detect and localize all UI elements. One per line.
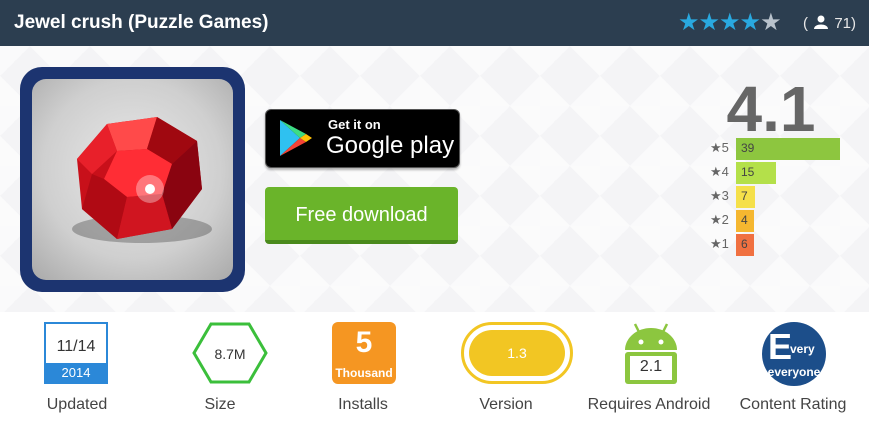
rating-bar-count: 15 — [741, 165, 755, 179]
rating-bar: 6 — [736, 234, 754, 256]
rating-bar-count: 7 — [741, 189, 748, 203]
google-play-icon — [280, 120, 312, 156]
rating-bar-count: 6 — [741, 237, 748, 251]
stat-size: 8.7M Size — [150, 312, 290, 432]
version-value: 1.3 — [469, 330, 565, 376]
rating-row: ★2 4 — [708, 210, 868, 232]
star-icon: ★ — [739, 9, 761, 36]
rating-row-label: ★2 — [710, 212, 729, 227]
installs-unit: Thousand — [335, 366, 393, 380]
gplay-small-text: Get it on — [328, 117, 381, 132]
stat-installs: 5 Thousand Installs — [293, 312, 433, 432]
rating-row: ★5 39 — [708, 138, 868, 160]
votes-number: 71) — [834, 15, 857, 32]
app-header: Jewel crush (Puzzle Games) ★★★★★ ( 71) — [0, 0, 869, 46]
average-rating: 4.1 — [726, 73, 816, 145]
user-icon — [814, 15, 829, 29]
version-pill: 1.3 — [461, 322, 573, 384]
ruby-gem-icon — [72, 117, 212, 243]
star-icon: ★ — [698, 9, 720, 36]
rating-row-label: ★1 — [710, 236, 729, 251]
updated-year: 2014 — [46, 363, 106, 382]
free-download-button[interactable]: Free download — [265, 187, 458, 244]
stats-row: 11/14 2014 Updated 8.7M Size 5 Thousand … — [0, 312, 869, 432]
app-icon — [20, 67, 245, 292]
star-icon: ★ — [719, 9, 740, 36]
android-icon: 2.1 — [617, 322, 685, 391]
version-caption: Version — [479, 396, 533, 413]
esrb-label: everyone — [767, 365, 821, 379]
rating-row: ★3 7 — [708, 186, 868, 208]
rating-row-label: ★5 — [710, 140, 729, 155]
calendar-icon: 11/14 2014 — [44, 322, 108, 384]
star-empty-icon: ★ — [760, 9, 781, 36]
stat-updated: 11/14 2014 Updated — [7, 312, 147, 432]
esrb-everyone-icon: E very everyone — [762, 322, 826, 386]
installs-number: 5 — [355, 326, 373, 359]
rating-bar: 7 — [736, 186, 755, 208]
app-icon-image — [32, 79, 233, 280]
app-title: Jewel crush (Puzzle Games) — [14, 12, 269, 33]
rating-row: ★4 15 — [708, 162, 868, 184]
stat-version: 1.3 Version — [436, 312, 576, 432]
android-caption: Requires Android — [587, 396, 711, 413]
votes-open-paren: ( — [803, 15, 808, 32]
rating-bar: 15 — [736, 162, 776, 184]
updated-date: 11/14 — [56, 338, 96, 355]
hero-section: Get it on Google play Free download 4.1 … — [0, 46, 869, 312]
hexagon-icon: 8.7M — [192, 322, 268, 389]
star-icon: ★ — [678, 9, 699, 36]
content-rating-caption: Content Rating — [739, 396, 847, 413]
installs-caption: Installs — [338, 396, 388, 413]
rating-row: ★1 6 — [708, 234, 868, 256]
rating-bar-count: 39 — [741, 141, 755, 155]
stat-content-rating: E very everyone Content Rating — [723, 312, 863, 432]
rating-bar: 39 — [736, 138, 840, 160]
gplay-big-text: Google play — [326, 132, 455, 159]
votes-count: ( 71) — [803, 15, 856, 32]
header-star-rating: ★★★★★ — [678, 9, 782, 36]
rating-row-label: ★4 — [710, 164, 729, 179]
rating-bar: 4 — [736, 210, 754, 232]
rating-row-label: ★3 — [710, 188, 729, 203]
updated-caption: Updated — [46, 396, 108, 413]
android-version: 2.1 — [639, 358, 663, 375]
google-play-button[interactable]: Get it on Google play — [265, 109, 460, 168]
stat-android: 2.1 Requires Android — [579, 312, 719, 432]
size-value: 8.7M — [214, 346, 246, 362]
installs-badge: 5 Thousand — [332, 322, 396, 384]
size-caption: Size — [204, 396, 236, 413]
esrb-letter-rest: very — [790, 342, 815, 356]
esrb-letter: E — [768, 326, 793, 367]
rating-bar-count: 4 — [741, 213, 748, 227]
